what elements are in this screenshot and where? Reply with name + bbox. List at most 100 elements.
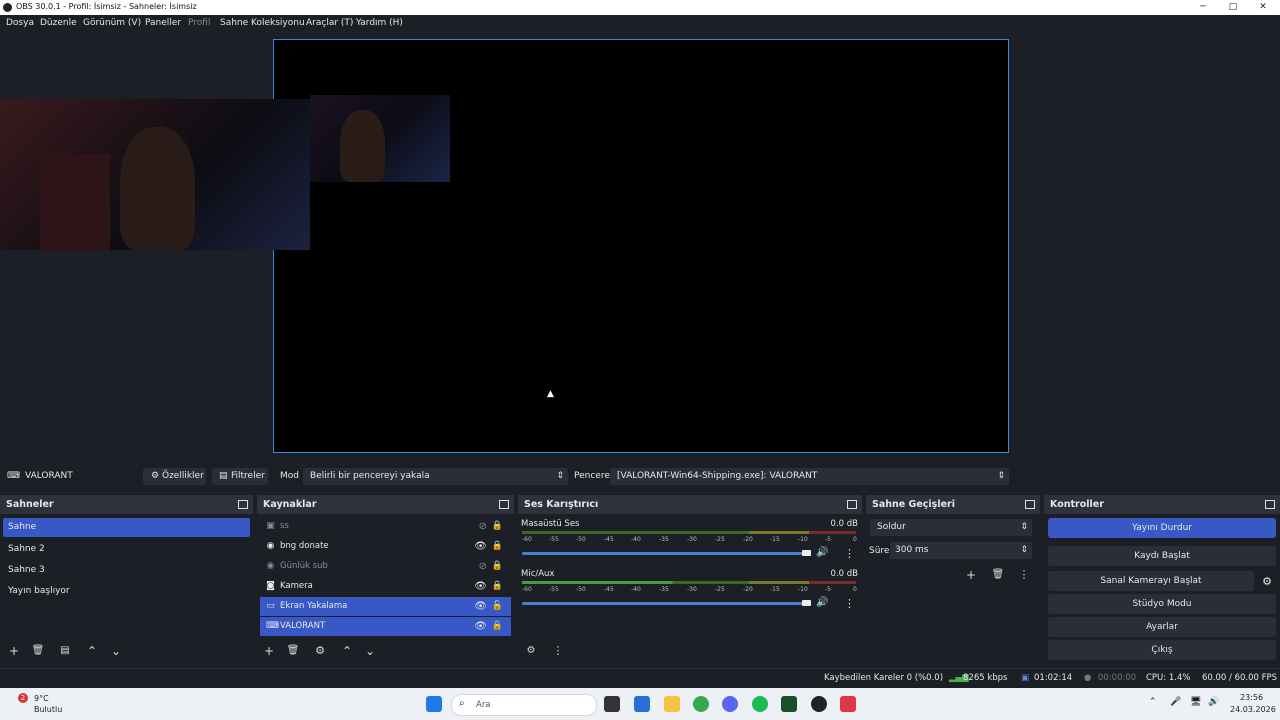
move-down-icon[interactable]: ⌄ xyxy=(107,643,125,659)
move-down-icon[interactable]: ⌄ xyxy=(361,643,379,659)
speaker-icon[interactable]: 🔊 xyxy=(816,597,828,608)
add-icon[interactable]: + xyxy=(260,643,278,659)
menu-view[interactable]: Görünüm (V) xyxy=(83,18,141,28)
scene-item[interactable]: Sahne 2 xyxy=(3,540,250,559)
scene-item[interactable]: Sahne 3 xyxy=(3,561,250,580)
menu-file[interactable]: Dosya xyxy=(6,18,34,28)
source-item[interactable]: ◙ Kamera 👁 🔒 xyxy=(260,577,511,596)
gear-icon[interactable]: ⚙ xyxy=(1262,575,1272,588)
move-up-icon[interactable]: ⌃ xyxy=(83,643,101,659)
window-label: Pencere xyxy=(574,471,610,481)
monitor-icon: ▭ xyxy=(266,601,275,611)
undock-icon[interactable] xyxy=(1265,500,1275,509)
volume-slider-knob[interactable] xyxy=(802,600,811,606)
eye-icon[interactable]: 👁 xyxy=(474,617,487,636)
sources-toolbar: + 🗑 ⚙ ⌃ ⌄ xyxy=(257,643,514,659)
stop-stream-button[interactable]: Yayını Durdur xyxy=(1048,518,1276,538)
menu-scene-collection[interactable]: Sahne Koleksiyonu xyxy=(220,18,305,28)
lock-icon[interactable]: 🔒 xyxy=(492,557,503,576)
menu-docks[interactable]: Paneller xyxy=(145,18,181,28)
windows-start-icon[interactable] xyxy=(426,696,442,712)
network-icon[interactable]: 🖥 xyxy=(1190,697,1201,707)
search-icon: ⌕ xyxy=(459,698,465,709)
eye-icon[interactable]: 👁 xyxy=(474,577,487,596)
duration-spinbox[interactable]: 300 ms ⇕ xyxy=(890,542,1032,559)
virtual-camera-button[interactable]: Sanal Kamerayı Başlat xyxy=(1048,571,1254,591)
store-icon[interactable] xyxy=(634,696,650,712)
undock-icon[interactable] xyxy=(238,500,248,509)
chevron-up-icon[interactable]: ⌃ xyxy=(1149,697,1157,707)
mode-select[interactable]: Belirli bir pencereyi yakala ⇕ xyxy=(303,468,568,485)
menu-tools[interactable]: Araçlar (T) xyxy=(306,18,353,28)
properties-button[interactable]: ⚙ Özellikler xyxy=(143,468,206,485)
terminal-icon[interactable] xyxy=(781,696,797,712)
obs-icon[interactable] xyxy=(811,696,827,712)
source-item[interactable]: ▭ Ekran Yakalama 👁 🔓 xyxy=(260,597,511,616)
eye-icon[interactable]: 👁 xyxy=(474,537,487,556)
spotify-icon[interactable] xyxy=(752,696,768,712)
clock-date[interactable]: 24.03.2026 xyxy=(1230,705,1276,714)
clock-time[interactable]: 23:56 xyxy=(1240,693,1263,702)
file-explorer-icon[interactable] xyxy=(664,696,680,712)
scene-item[interactable]: Sahne xyxy=(3,518,250,537)
lock-icon[interactable]: 🔒 xyxy=(492,577,503,596)
obs-logo-icon xyxy=(3,3,12,12)
maximize-button[interactable]: □ xyxy=(1216,0,1250,15)
settings-button[interactable]: Ayarlar xyxy=(1048,617,1276,637)
undock-icon[interactable] xyxy=(847,500,857,509)
microphone-icon[interactable]: 🎤 xyxy=(1170,697,1181,707)
valorant-icon[interactable] xyxy=(840,696,856,712)
mode-value: Belirli bir pencereyi yakala xyxy=(310,471,430,481)
filters-button[interactable]: ▤ Filtreler xyxy=(212,468,268,485)
source-item[interactable]: ▣ ss ⊘ 🔒 xyxy=(260,517,511,536)
more-icon[interactable]: ⋮ xyxy=(1015,567,1033,583)
lock-icon[interactable]: 🔒 xyxy=(492,537,503,556)
volume-slider-knob[interactable] xyxy=(802,550,811,556)
studio-mode-button[interactable]: Stüdyo Modu xyxy=(1048,594,1276,614)
undock-icon[interactable] xyxy=(499,500,509,509)
speaker-icon[interactable]: 🔊 xyxy=(816,547,828,558)
chrome-icon[interactable] xyxy=(693,696,709,712)
exit-button[interactable]: Çıkış xyxy=(1048,640,1276,660)
trash-icon[interactable]: 🗑 xyxy=(989,567,1007,583)
more-icon[interactable]: ⋮ xyxy=(549,643,567,659)
discord-icon[interactable] xyxy=(722,696,738,712)
filter-icon[interactable]: ▤ xyxy=(56,643,74,659)
gear-icon[interactable]: ⚙ xyxy=(311,643,329,659)
volume-icon[interactable]: 🔊 xyxy=(1208,697,1219,707)
source-item[interactable]: ◉ bng donate 👁 🔒 xyxy=(260,537,511,556)
close-button[interactable]: ✕ xyxy=(1246,0,1280,15)
move-up-icon[interactable]: ⌃ xyxy=(338,643,356,659)
add-icon[interactable]: + xyxy=(962,567,980,583)
task-view-icon[interactable] xyxy=(604,696,620,712)
start-record-button[interactable]: Kaydı Başlat xyxy=(1048,546,1276,566)
minimize-button[interactable]: ─ xyxy=(1186,0,1220,15)
unlock-icon[interactable]: 🔓 xyxy=(492,597,503,616)
source-item[interactable]: ⌨ VALORANT 👁 🔒 xyxy=(260,617,511,636)
weather-desc: Bulutlu xyxy=(34,705,63,714)
volume-slider[interactable] xyxy=(522,552,808,555)
trash-icon[interactable]: 🗑 xyxy=(284,643,302,659)
undock-icon[interactable] xyxy=(1025,500,1035,509)
lock-icon[interactable]: 🔒 xyxy=(492,617,503,636)
volume-slider[interactable] xyxy=(522,602,808,605)
taskbar-search[interactable]: ⌕ Ara xyxy=(451,694,597,716)
add-icon[interactable]: + xyxy=(5,643,23,659)
more-icon[interactable]: ⋮ xyxy=(844,547,855,560)
menu-profile[interactable]: Profil xyxy=(188,18,210,28)
menu-edit[interactable]: Düzenle xyxy=(40,18,77,28)
advanced-audio-icon[interactable]: ⚙ xyxy=(522,643,540,659)
scene-item[interactable]: Yayın başlıyor xyxy=(3,582,250,601)
menu-help[interactable]: Yardım (H) xyxy=(356,18,403,28)
source-item[interactable]: ◉ Günlük sub ⊘ 🔒 xyxy=(260,557,511,576)
lock-icon[interactable]: 🔒 xyxy=(492,517,503,536)
transitions-body: Soldur ⇕ Süre 300 ms ⇕ + 🗑 ⋮ xyxy=(866,514,1040,665)
eye-icon[interactable]: 👁 xyxy=(474,597,487,616)
eye-hidden-icon[interactable]: ⊘ xyxy=(479,557,487,576)
eye-hidden-icon[interactable]: ⊘ xyxy=(479,517,487,536)
weather-icon[interactable]: 2 xyxy=(12,693,30,712)
transition-select[interactable]: Soldur ⇕ xyxy=(870,519,1032,536)
window-select[interactable]: [VALORANT-Win64-Shipping.exe]: VALORANT … xyxy=(610,468,1009,485)
trash-icon[interactable]: 🗑 xyxy=(29,643,47,659)
more-icon[interactable]: ⋮ xyxy=(844,597,855,610)
